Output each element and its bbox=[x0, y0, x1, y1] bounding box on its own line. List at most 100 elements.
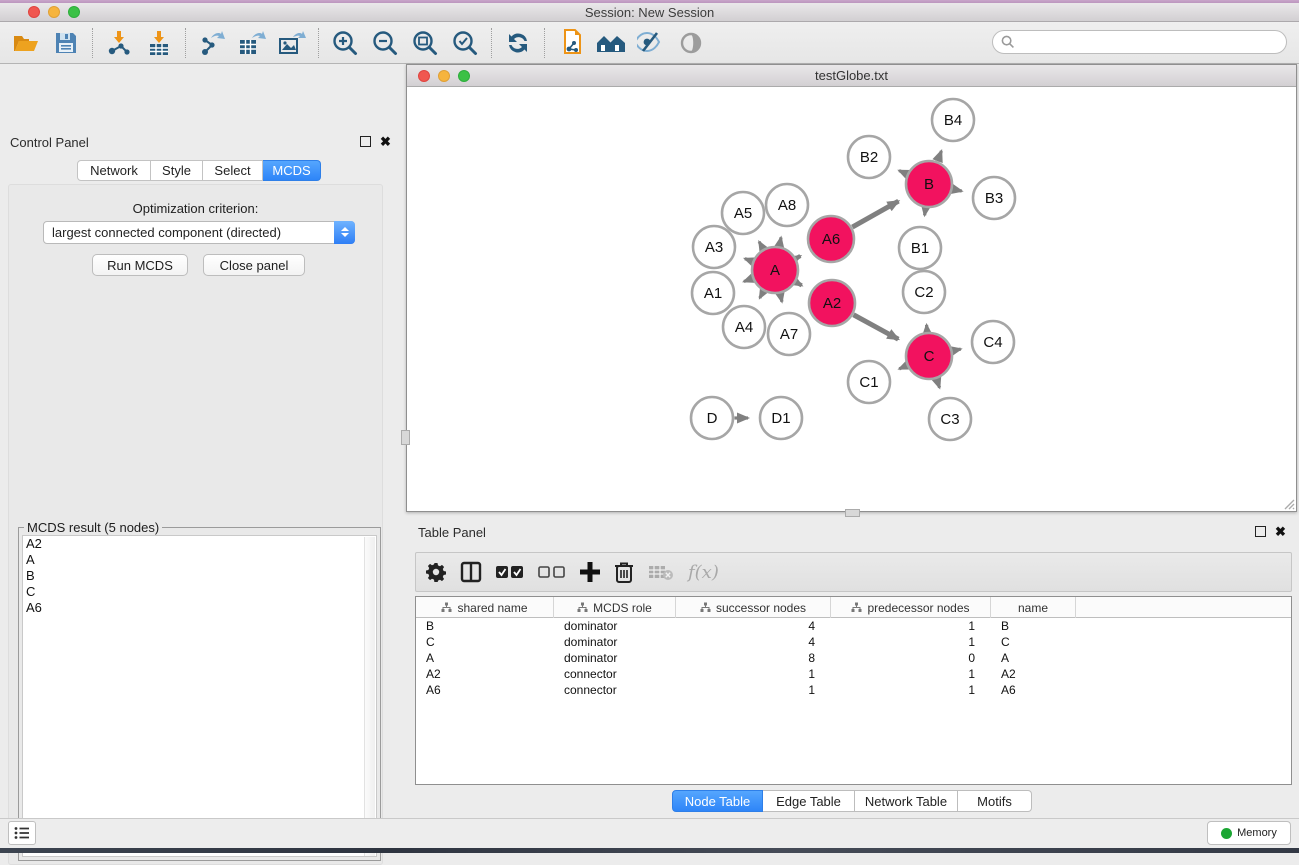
table-row[interactable]: Cdominator41C bbox=[416, 634, 1291, 650]
memory-button[interactable]: Memory bbox=[1207, 821, 1291, 845]
table-cell[interactable]: 1 bbox=[831, 682, 991, 698]
table-cell[interactable]: 1 bbox=[676, 666, 831, 682]
tab-motifs[interactable]: Motifs bbox=[958, 790, 1032, 812]
graph-node-B2[interactable]: B2 bbox=[848, 136, 890, 178]
import-table-icon[interactable] bbox=[142, 27, 176, 59]
task-history-button[interactable] bbox=[8, 821, 36, 845]
table-cell[interactable]: 1 bbox=[831, 618, 991, 634]
graph-node-A6[interactable]: A6 bbox=[808, 216, 854, 262]
graph-node-C4[interactable]: C4 bbox=[972, 321, 1014, 363]
graph-node-A3[interactable]: A3 bbox=[693, 226, 735, 268]
column-header-predecessor-nodes[interactable]: predecessor nodes bbox=[831, 597, 991, 618]
table-cell[interactable]: A6 bbox=[416, 682, 554, 698]
export-table-icon[interactable] bbox=[235, 27, 269, 59]
tab-mcds[interactable]: MCDS bbox=[263, 160, 321, 181]
table-cell[interactable]: dominator bbox=[554, 634, 676, 650]
column-header-shared-name[interactable]: shared name bbox=[416, 597, 554, 618]
table-cell[interactable]: 1 bbox=[831, 634, 991, 650]
graph-node-A8[interactable]: A8 bbox=[766, 184, 808, 226]
edge-C-C4[interactable] bbox=[953, 349, 961, 351]
table-cell[interactable]: dominator bbox=[554, 618, 676, 634]
refresh-icon[interactable] bbox=[501, 27, 535, 59]
table-row[interactable]: Bdominator41B bbox=[416, 618, 1291, 634]
graph-node-B1[interactable]: B1 bbox=[899, 227, 941, 269]
edge-A-A2[interactable] bbox=[796, 282, 802, 285]
edge-A-A3[interactable] bbox=[745, 259, 752, 262]
tab-network[interactable]: Network bbox=[77, 160, 151, 181]
graph-node-C2[interactable]: C2 bbox=[903, 271, 945, 313]
node-table[interactable]: shared nameMCDS rolesuccessor nodesprede… bbox=[415, 596, 1292, 785]
zoom-fit-icon[interactable] bbox=[408, 27, 442, 59]
graph-node-A5[interactable]: A5 bbox=[722, 192, 764, 234]
column-header-name[interactable]: name bbox=[991, 597, 1076, 618]
table-cell[interactable]: C bbox=[416, 634, 554, 650]
table-cell[interactable]: 1 bbox=[831, 666, 991, 682]
table-cell[interactable]: A bbox=[416, 650, 554, 666]
table-cell[interactable]: A6 bbox=[991, 682, 1076, 698]
birdseye-icon[interactable] bbox=[674, 27, 708, 59]
graph-node-A[interactable]: A bbox=[752, 247, 798, 293]
table-cell[interactable]: connector bbox=[554, 666, 676, 682]
minimize-view-button[interactable] bbox=[438, 70, 450, 82]
unselect-all-columns-icon[interactable] bbox=[538, 557, 566, 587]
graph-node-C1[interactable]: C1 bbox=[848, 361, 890, 403]
search-input[interactable] bbox=[1015, 32, 1286, 52]
graph-node-D1[interactable]: D1 bbox=[760, 397, 802, 439]
zoom-in-icon[interactable] bbox=[328, 27, 362, 59]
close-table-panel-icon[interactable]: ✖ bbox=[1275, 526, 1286, 537]
graph-node-B3[interactable]: B3 bbox=[973, 177, 1015, 219]
table-cell[interactable]: 0 bbox=[831, 650, 991, 666]
table-cell[interactable]: A2 bbox=[416, 666, 554, 682]
table-cell[interactable]: A bbox=[991, 650, 1076, 666]
first-neighbors-icon[interactable] bbox=[594, 27, 628, 59]
edge-A-A8[interactable] bbox=[779, 237, 781, 245]
table-cell[interactable]: 1 bbox=[676, 682, 831, 698]
close-window-button[interactable] bbox=[28, 6, 40, 18]
select-all-columns-icon[interactable] bbox=[496, 557, 524, 587]
table-cell[interactable]: 8 bbox=[676, 650, 831, 666]
network-overview-icon[interactable] bbox=[554, 27, 588, 59]
export-network-icon[interactable] bbox=[195, 27, 229, 59]
close-panel-icon[interactable]: ✖ bbox=[380, 136, 391, 147]
tab-style[interactable]: Style bbox=[151, 160, 203, 181]
tab-network-table[interactable]: Network Table bbox=[855, 790, 958, 812]
close-view-button[interactable] bbox=[418, 70, 430, 82]
mcds-result-item[interactable]: B bbox=[23, 568, 376, 584]
zoom-selected-icon[interactable] bbox=[448, 27, 482, 59]
minimize-window-button[interactable] bbox=[48, 6, 60, 18]
left-frame-handle[interactable] bbox=[401, 430, 410, 445]
table-cell[interactable]: B bbox=[991, 618, 1076, 634]
zoom-view-button[interactable] bbox=[458, 70, 470, 82]
mcds-result-item[interactable]: C bbox=[23, 584, 376, 600]
edge-C-C2[interactable] bbox=[927, 325, 928, 332]
edge-A-A6[interactable] bbox=[796, 256, 800, 258]
network-graph[interactable]: B4B2BB3A8A5A6A3B1AA1C2A2A4A7C4CC1C3DD1 bbox=[408, 87, 1295, 511]
graph-node-C[interactable]: C bbox=[906, 333, 952, 379]
add-column-icon[interactable] bbox=[580, 557, 600, 587]
graph-node-C3[interactable]: C3 bbox=[929, 398, 971, 440]
table-cell[interactable]: dominator bbox=[554, 650, 676, 666]
delete-column-icon[interactable] bbox=[614, 557, 634, 587]
hide-graphics-icon[interactable] bbox=[634, 27, 668, 59]
tab-node-table[interactable]: Node Table bbox=[672, 790, 763, 812]
table-cell[interactable]: 4 bbox=[676, 634, 831, 650]
table-cell[interactable]: C bbox=[991, 634, 1076, 650]
float-panel-icon[interactable] bbox=[360, 136, 371, 147]
graph-node-D[interactable]: D bbox=[691, 397, 733, 439]
list-scrollbar[interactable] bbox=[364, 537, 375, 857]
bottom-frame-handle[interactable] bbox=[845, 509, 860, 517]
graph-node-A2[interactable]: A2 bbox=[809, 280, 855, 326]
graph-node-B4[interactable]: B4 bbox=[932, 99, 974, 141]
edge-B-B1[interactable] bbox=[925, 208, 926, 215]
edge-C-C3[interactable] bbox=[937, 379, 940, 387]
window-resize-grip[interactable] bbox=[1281, 496, 1295, 510]
mcds-result-item[interactable]: A6 bbox=[23, 600, 376, 616]
network-window-titlebar[interactable]: testGlobe.txt bbox=[407, 65, 1296, 87]
mcds-result-list[interactable]: A2ABCA6 bbox=[22, 535, 377, 857]
close-panel-button[interactable]: Close panel bbox=[203, 254, 305, 276]
edge-A2-C[interactable] bbox=[854, 315, 899, 339]
edge-A-A5[interactable] bbox=[759, 242, 763, 249]
table-cell[interactable]: B bbox=[416, 618, 554, 634]
table-row[interactable]: A6connector11A6 bbox=[416, 682, 1291, 698]
table-cell[interactable]: A2 bbox=[991, 666, 1076, 682]
